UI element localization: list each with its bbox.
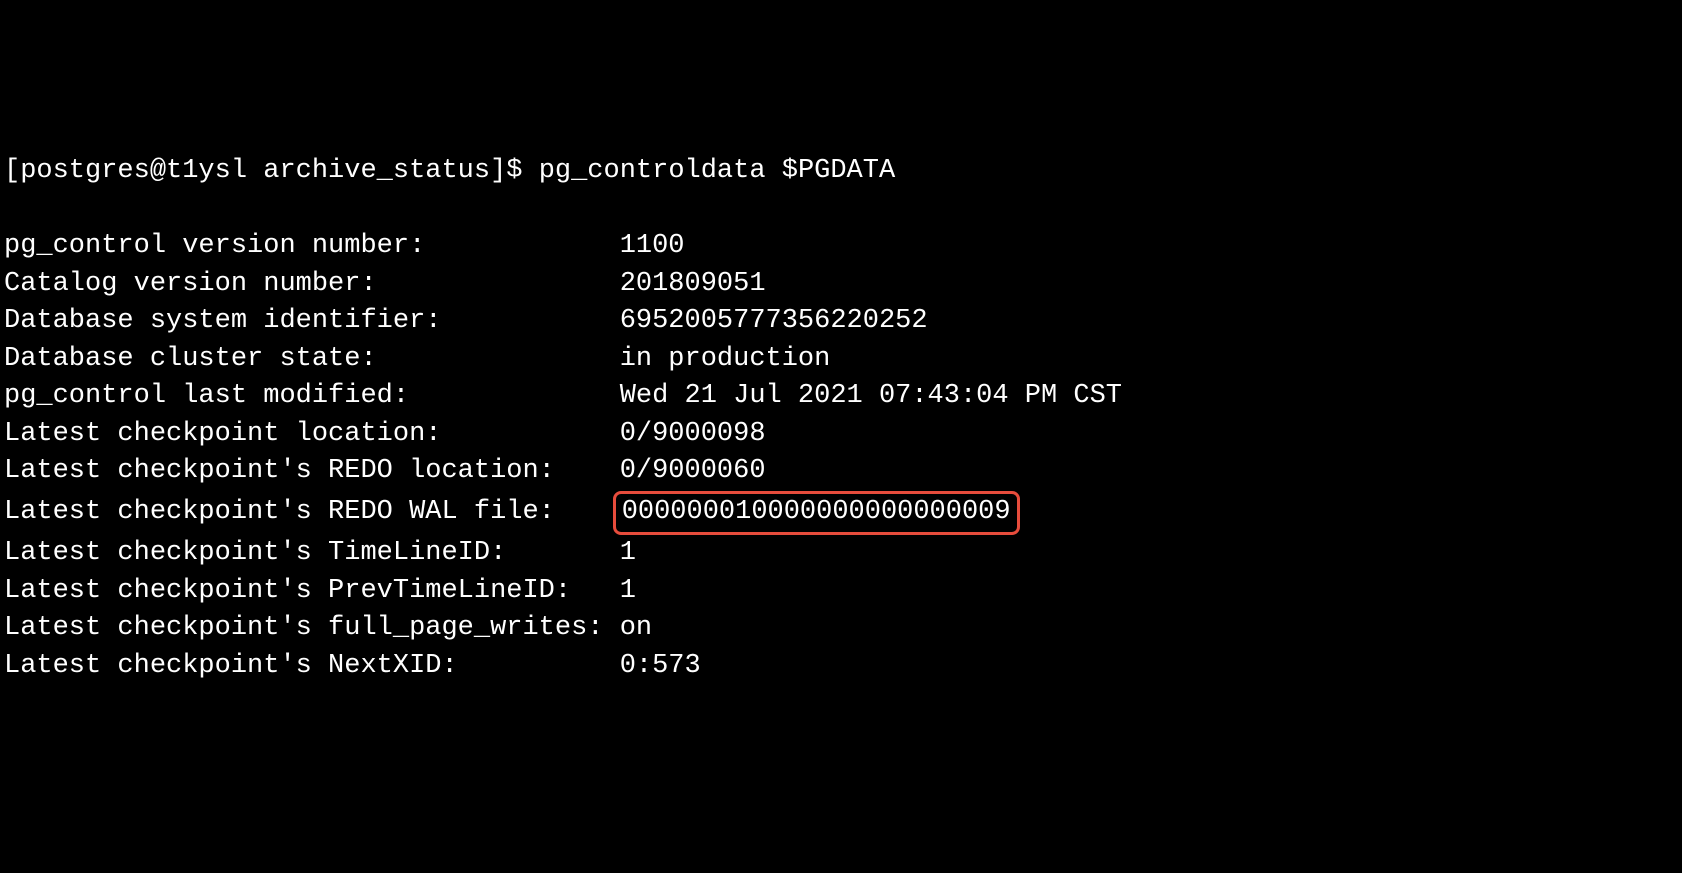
prompt-user: postgres — [20, 156, 150, 186]
output-row: pg_control version number: 1100 — [4, 228, 1678, 266]
terminal-prompt-line[interactable]: [postgres@t1ysl archive_status]$ pg_cont… — [4, 153, 1678, 191]
prompt-host: t1ysl — [166, 156, 247, 186]
output-row: Latest checkpoint's REDO location: 0/900… — [4, 453, 1678, 491]
highlighted-value: 000000010000000000000009 — [613, 491, 1020, 536]
prompt-close-bracket: ] — [490, 156, 506, 186]
output-label: Database cluster state: — [4, 344, 620, 374]
output-row: Latest checkpoint location: 0/9000098 — [4, 416, 1678, 454]
output-label: pg_control version number: — [4, 231, 620, 261]
output-row: Database system identifier: 695200577735… — [4, 303, 1678, 341]
output-value: 1100 — [620, 231, 685, 261]
prompt-command: pg_controldata $PGDATA — [539, 156, 895, 186]
output-row: Database cluster state: in production — [4, 341, 1678, 379]
output-label: Latest checkpoint's REDO location: — [4, 456, 620, 486]
output-label: Latest checkpoint location: — [4, 419, 620, 449]
output-label: Latest checkpoint's REDO WAL file: — [4, 497, 620, 527]
output-label: Latest checkpoint's PrevTimeLineID: — [4, 576, 620, 606]
prompt-cwd: archive_status — [263, 156, 490, 186]
output-value: 1 — [620, 538, 636, 568]
output-label: Latest checkpoint's TimeLineID: — [4, 538, 620, 568]
output-value: 6952005777356220252 — [620, 306, 928, 336]
output-row: Catalog version number: 201809051 — [4, 266, 1678, 304]
output-label: Latest checkpoint's full_page_writes: — [4, 613, 620, 643]
output-value: 0:573 — [620, 651, 701, 681]
output-label: Database system identifier: — [4, 306, 620, 336]
output-value: 201809051 — [620, 269, 766, 299]
prompt-open-bracket: [ — [4, 156, 20, 186]
output-value: 0/9000098 — [620, 419, 766, 449]
output-value: 0/9000060 — [620, 456, 766, 486]
prompt-at: @ — [150, 156, 166, 186]
output-row: Latest checkpoint's REDO WAL file: 00000… — [4, 491, 1678, 536]
prompt-symbol: $ — [506, 156, 522, 186]
output-label: Latest checkpoint's NextXID: — [4, 651, 620, 681]
output-row: Latest checkpoint's PrevTimeLineID: 1 — [4, 573, 1678, 611]
output-row: Latest checkpoint's NextXID: 0:573 — [4, 648, 1678, 686]
output-value: on — [620, 613, 652, 643]
output-value: Wed 21 Jul 2021 07:43:04 PM CST — [620, 381, 1122, 411]
output-row: Latest checkpoint's full_page_writes: on — [4, 610, 1678, 648]
output-row: pg_control last modified: Wed 21 Jul 202… — [4, 378, 1678, 416]
output-label: pg_control last modified: — [4, 381, 620, 411]
output-value: in production — [620, 344, 831, 374]
output-value: 1 — [620, 576, 636, 606]
output-label: Catalog version number: — [4, 269, 620, 299]
